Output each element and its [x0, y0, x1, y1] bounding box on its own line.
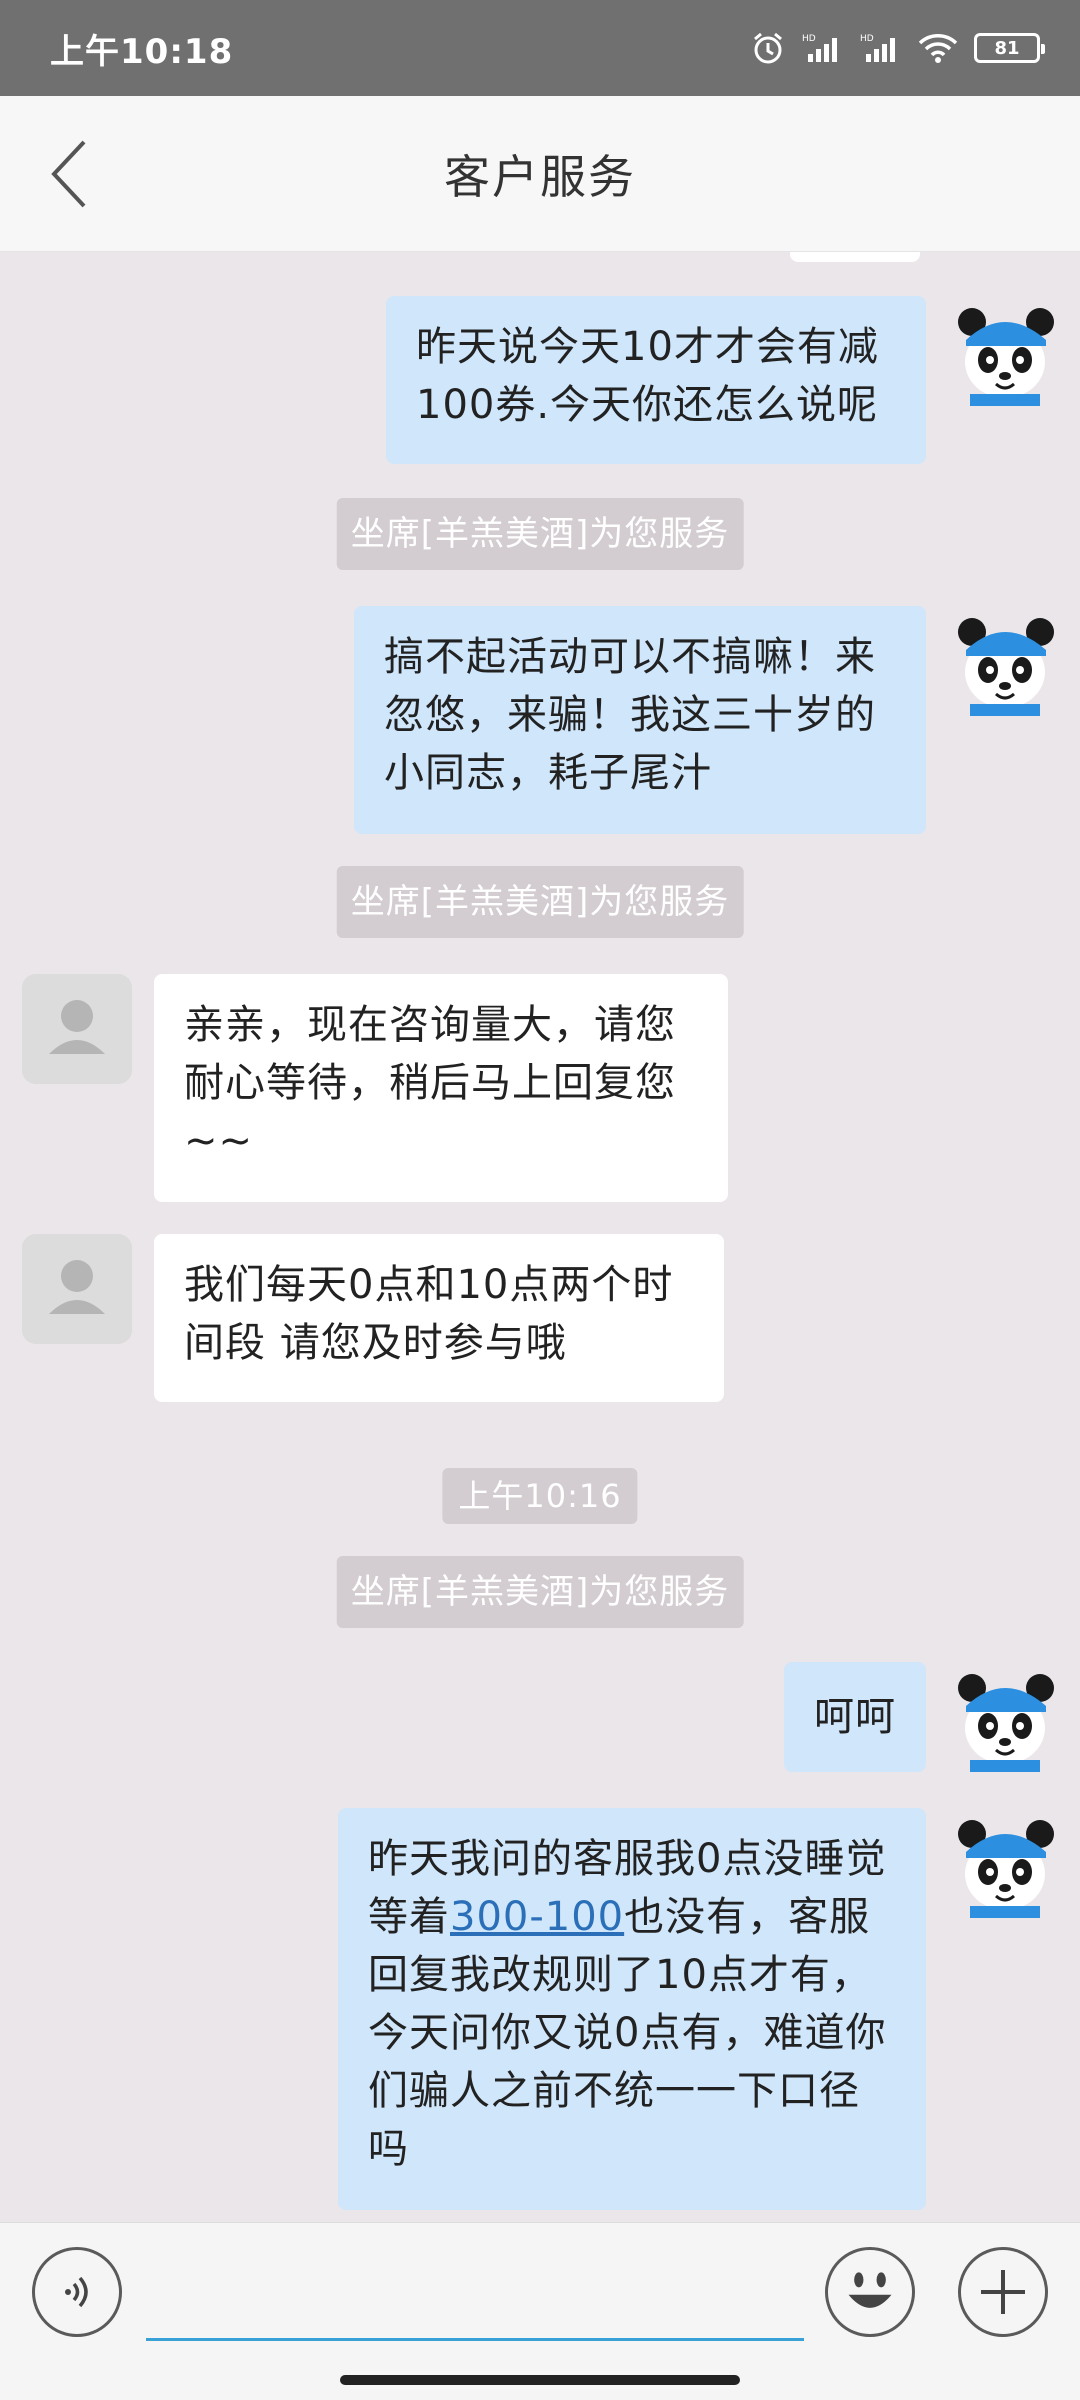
- chat-area[interactable]: 昨天说今天10才才会有减100券.今天你还怎么说呢 坐席[羊羔美酒]为您服务 搞…: [0, 252, 1080, 2222]
- voice-button[interactable]: [32, 2247, 122, 2337]
- status-icons: HD HD 81: [750, 30, 1045, 66]
- wifi-icon: [918, 32, 958, 64]
- message-bubble-outgoing[interactable]: 昨天说今天10才才会有减100券.今天你还怎么说呢: [386, 296, 926, 464]
- input-bar: [0, 2222, 1080, 2400]
- svg-text:HD: HD: [860, 34, 874, 44]
- home-indicator[interactable]: [340, 2375, 740, 2385]
- clipped-message: [790, 252, 920, 262]
- default-person-icon: [22, 974, 132, 1084]
- page-title: 客户服务: [444, 149, 636, 204]
- message-bubble-outgoing[interactable]: 呵呵: [784, 1662, 926, 1772]
- user-avatar[interactable]: [950, 1662, 1060, 1772]
- chevron-left-icon: [51, 140, 86, 208]
- system-message: 坐席[羊羔美酒]为您服务: [336, 866, 744, 938]
- emoji-button[interactable]: [825, 2247, 915, 2337]
- system-message: 坐席[羊羔美酒]为您服务: [336, 1556, 744, 1628]
- message-bubble-outgoing[interactable]: 搞不起活动可以不搞嘛！来忽悠，来骗！我这三十岁的小同志，耗子尾汁: [354, 606, 926, 834]
- agent-avatar[interactable]: [22, 974, 132, 1084]
- signal-icon: HD: [802, 32, 844, 64]
- user-avatar[interactable]: [950, 606, 1060, 716]
- status-time: 上午10:18: [50, 31, 234, 72]
- signal-icon-2: HD: [860, 32, 902, 64]
- smiley-icon: [848, 2272, 892, 2308]
- battery-icon: 81: [974, 33, 1045, 63]
- message-bubble-incoming[interactable]: 亲亲，现在咨询量大，请您耐心等待，稍后马上回复您~~: [154, 974, 728, 1202]
- panda-avatar-icon: [950, 296, 1060, 406]
- plus-icon: [981, 2270, 1025, 2314]
- panda-avatar-icon: [950, 1662, 1060, 1772]
- message-input[interactable]: [146, 2253, 804, 2341]
- message-bubble-incoming[interactable]: 我们每天0点和10点两个时间段 请您及时参与哦: [154, 1234, 724, 1402]
- user-avatar[interactable]: [950, 1808, 1060, 1918]
- alarm-icon: [750, 30, 786, 66]
- plus-button[interactable]: [958, 2247, 1048, 2337]
- message-bubble-outgoing[interactable]: 昨天我问的客服我0点没睡觉等着300-100也没有，客服回复我改规则了10点才有…: [338, 1808, 926, 2210]
- back-button[interactable]: [42, 138, 102, 210]
- agent-avatar[interactable]: [22, 1234, 132, 1344]
- svg-text:HD: HD: [802, 34, 816, 44]
- status-bar: 上午10:18 HD HD 81: [0, 0, 1080, 96]
- system-message: 坐席[羊羔美酒]为您服务: [336, 498, 744, 570]
- voice-icon: [65, 2276, 88, 2308]
- default-person-icon: [22, 1234, 132, 1344]
- message-link[interactable]: 300-100: [450, 1894, 624, 1940]
- panda-avatar-icon: [950, 606, 1060, 716]
- panda-avatar-icon: [950, 1808, 1060, 1918]
- timestamp: 上午10:16: [442, 1468, 638, 1524]
- title-bar: 客户服务: [0, 96, 1080, 252]
- user-avatar[interactable]: [950, 296, 1060, 406]
